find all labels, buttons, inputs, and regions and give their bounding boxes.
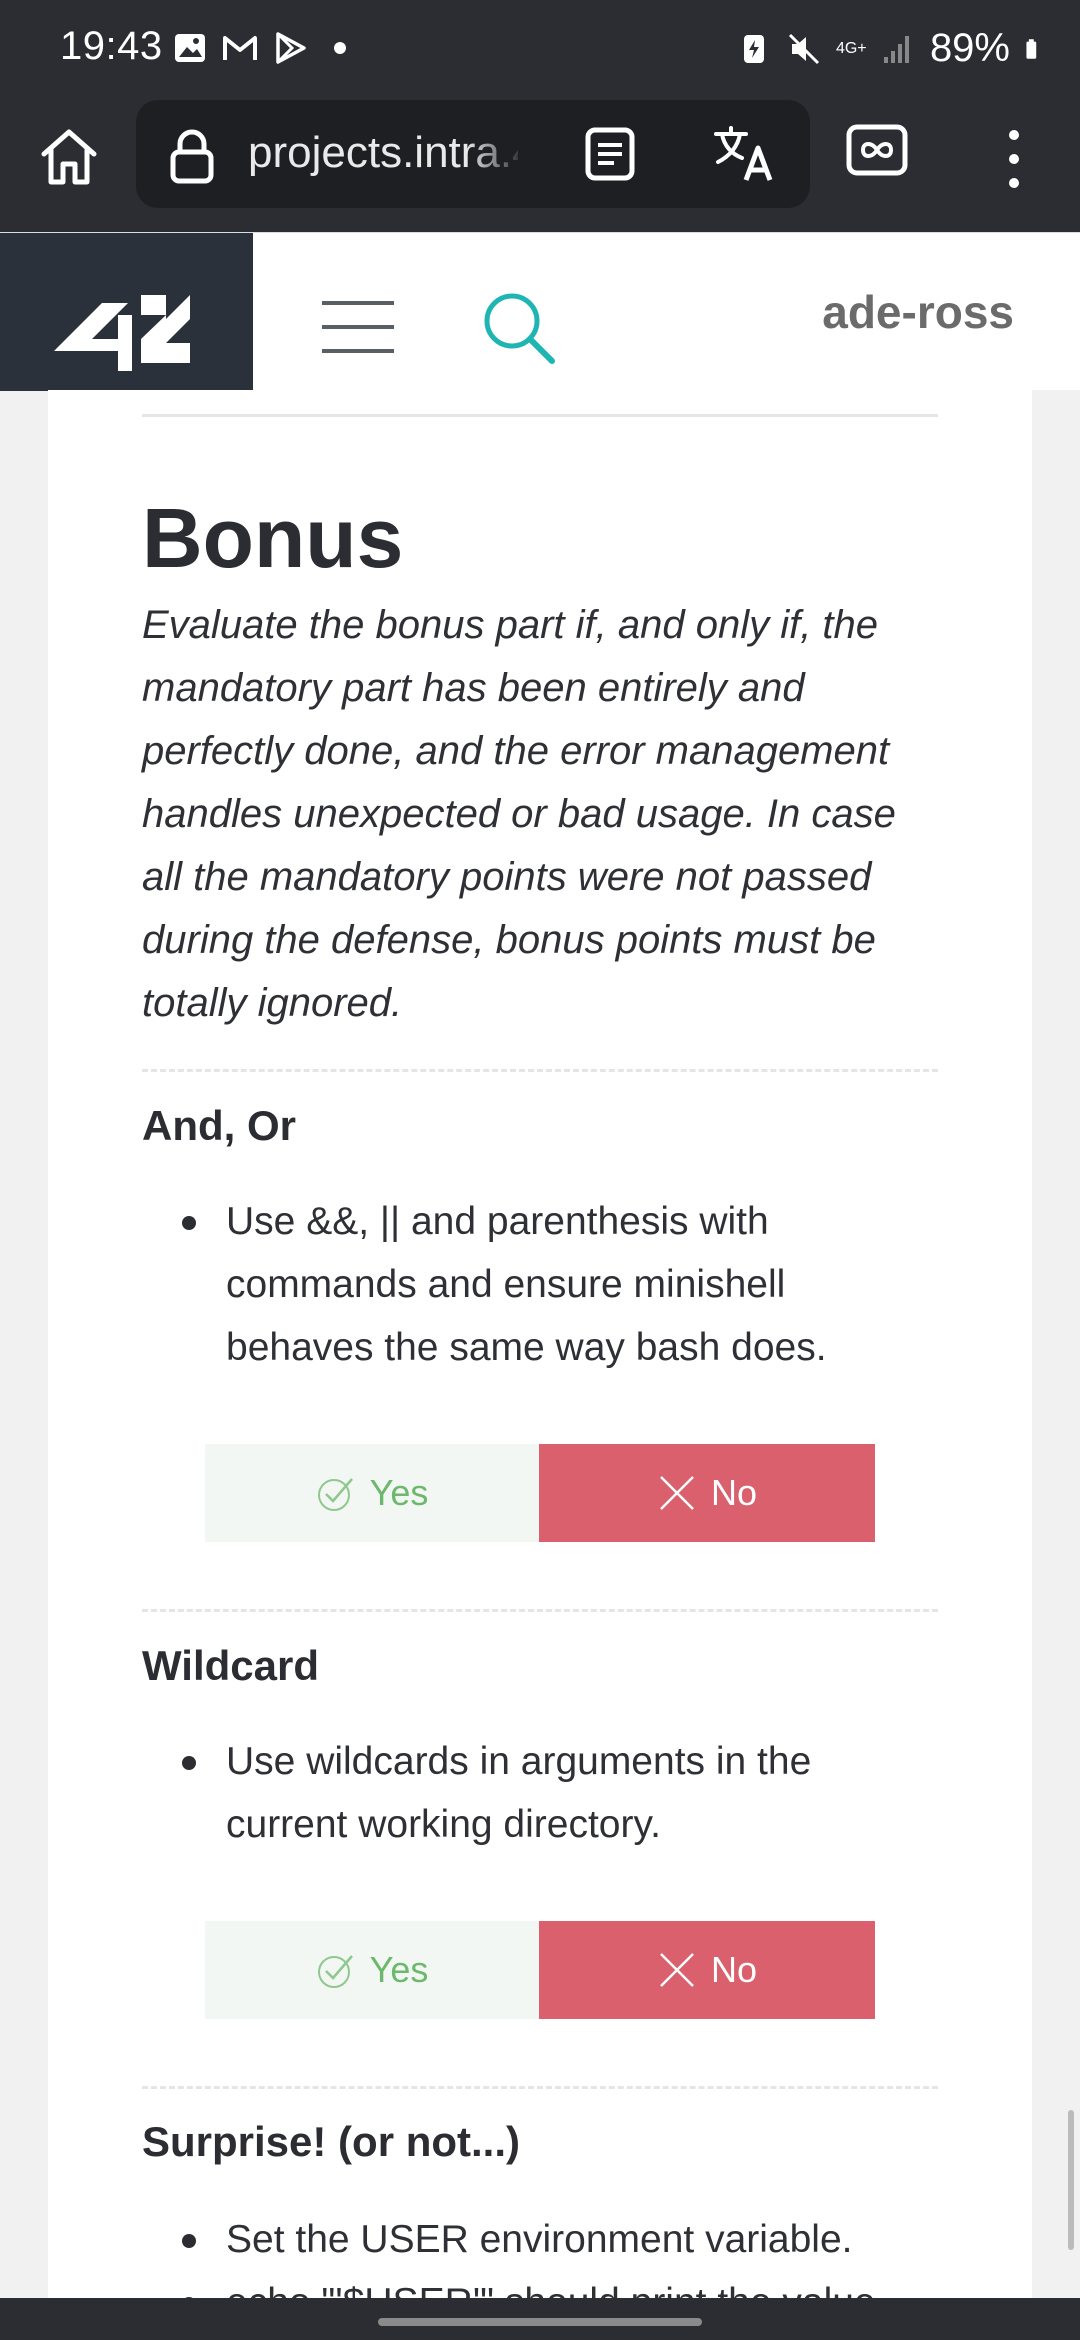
check-icon xyxy=(317,1955,353,1988)
status-time: 19:43 xyxy=(60,24,163,68)
lock-icon[interactable] xyxy=(168,128,216,184)
yes-no-toggle: Yes No xyxy=(205,1444,875,1542)
item-divider xyxy=(142,2086,938,2089)
reader-mode-icon[interactable] xyxy=(584,126,636,182)
no-label: No xyxy=(710,1472,758,1513)
gmail-icon xyxy=(223,36,257,60)
mute-icon xyxy=(788,33,819,64)
item-bullets: Use &&, || and parenthesis with commands… xyxy=(178,1190,898,1379)
item-divider xyxy=(142,1069,938,1072)
bullet-text: Use wildcards in arguments in the curren… xyxy=(178,1730,898,1856)
yes-button[interactable]: Yes xyxy=(205,1921,539,2019)
check-icon xyxy=(317,1478,353,1511)
section-description: Evaluate the bonus part if, and only if,… xyxy=(142,603,896,1025)
gallery-icon xyxy=(175,34,205,62)
home-icon[interactable] xyxy=(36,124,102,190)
more-menu-icon[interactable] xyxy=(1000,126,1028,192)
yes-label: Yes xyxy=(369,1949,429,1990)
username[interactable]: ade-ross xyxy=(822,285,1014,339)
battery-percent: 89% xyxy=(929,26,1010,70)
play-store-icon xyxy=(276,32,306,64)
x-icon xyxy=(660,1476,694,1510)
section-title: Bonus xyxy=(142,491,404,585)
item-title: And, Or xyxy=(142,1102,296,1149)
item-bullets: Set the USER environment variable. echo … xyxy=(178,2208,898,2300)
item-bullets: Use wildcards in arguments in the curren… xyxy=(178,1730,898,1856)
yes-label: Yes xyxy=(369,1472,429,1513)
scrollbar[interactable] xyxy=(1068,2110,1074,2250)
url-fade xyxy=(466,110,526,200)
browser-toolbar: projects.intra.42.fr xyxy=(0,96,1080,232)
hamburger-menu-icon[interactable] xyxy=(320,297,396,357)
item-title: Wildcard xyxy=(142,1642,319,1689)
navigation-bar xyxy=(0,2298,1080,2340)
site-header: ade-ross xyxy=(0,232,1080,391)
tabs-icon[interactable] xyxy=(846,124,908,176)
status-bar: 19:43 4G+ 89% xyxy=(0,0,1080,96)
address-bar[interactable]: projects.intra.42.fr xyxy=(136,100,810,208)
logo-42-icon xyxy=(54,295,190,371)
dot-icon xyxy=(334,42,346,54)
no-button[interactable]: No xyxy=(539,1921,875,2019)
battery-saver-icon xyxy=(743,34,764,63)
home-gesture-handle[interactable] xyxy=(378,2318,702,2326)
yes-no-toggle: Yes No xyxy=(205,1921,875,2019)
signal-icon xyxy=(883,35,909,63)
system-icons: 4G+ 89% xyxy=(736,26,1046,71)
evaluation-content: Bonus Evaluate the bonus part if, and on… xyxy=(48,390,1032,2300)
logo[interactable] xyxy=(0,233,253,391)
no-label: No xyxy=(710,1949,758,1990)
network-type: 4G+ xyxy=(835,39,867,57)
yes-button[interactable]: Yes xyxy=(205,1444,539,1542)
bullet-text: Set the USER environment variable. xyxy=(178,2208,898,2271)
battery-icon xyxy=(1026,38,1037,59)
bullet-text: Use &&, || and parenthesis with commands… xyxy=(178,1190,898,1379)
x-icon xyxy=(660,1953,694,1987)
item-divider xyxy=(142,1609,938,1612)
notification-icons xyxy=(172,30,358,66)
bullet-text: echo "'$USER'" should print the value xyxy=(178,2271,898,2300)
translate-icon[interactable] xyxy=(712,122,776,186)
search-icon[interactable] xyxy=(478,287,558,367)
divider xyxy=(142,414,938,417)
no-button[interactable]: No xyxy=(539,1444,875,1542)
item-title: Surprise! (or not...) xyxy=(142,2118,520,2165)
